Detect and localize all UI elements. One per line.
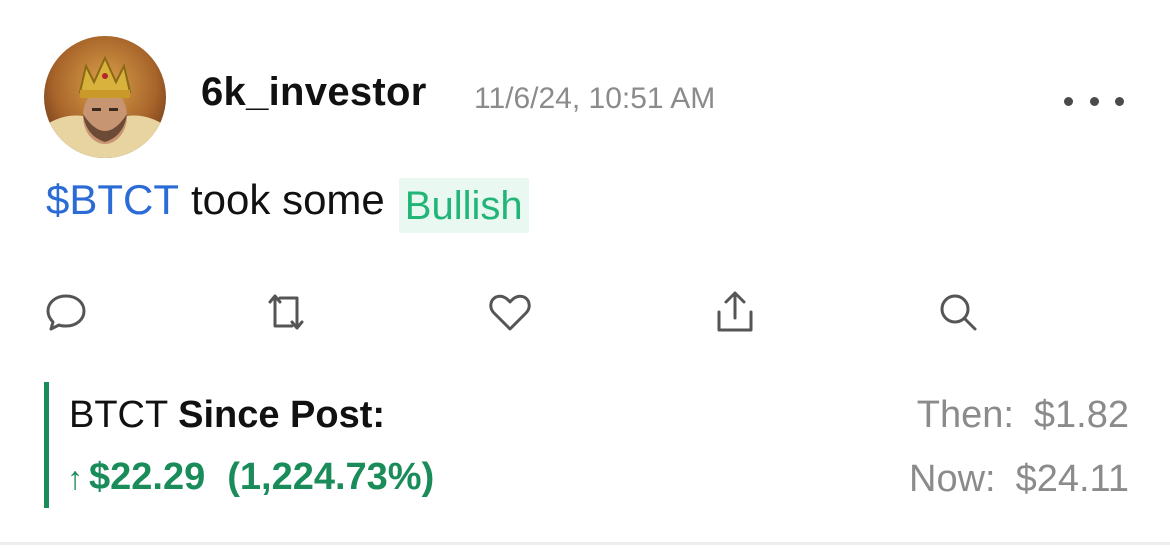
then-price: Then: $1.82 bbox=[917, 394, 1129, 437]
repost-icon bbox=[268, 294, 304, 330]
more-icon bbox=[1064, 96, 1073, 106]
since-post-performance: BTCT Since Post: ↑ $22.29 (1,224.73%) Then… bbox=[44, 382, 1139, 508]
now-label: Now: bbox=[909, 458, 996, 500]
avatar-image bbox=[44, 36, 166, 158]
then-label: Then: bbox=[916, 394, 1014, 436]
change-amount: $22.29 bbox=[89, 456, 206, 498]
now-value: $24.11 bbox=[1015, 458, 1129, 500]
cashtag-link[interactable]: $BTCT bbox=[46, 176, 179, 224]
avatar[interactable] bbox=[44, 36, 166, 158]
price-change: ↑ $22.29 (1,224.73%) bbox=[67, 456, 434, 499]
search-icon bbox=[940, 294, 977, 331]
search-button[interactable] bbox=[934, 288, 982, 336]
comment-button[interactable] bbox=[42, 288, 90, 336]
now-price: Now: $24.11 bbox=[909, 458, 1129, 501]
post-body: took some bbox=[191, 175, 385, 223]
up-arrow-icon: ↑ bbox=[67, 460, 83, 496]
like-icon bbox=[489, 294, 531, 331]
since-post-label: Since Post: bbox=[178, 394, 386, 436]
then-value: $1.82 bbox=[1033, 394, 1129, 436]
post-timestamp: 11/6/24, 10:51 AM bbox=[474, 82, 716, 115]
share-icon bbox=[717, 291, 753, 332]
more-icon-dot bbox=[1089, 96, 1099, 106]
share-button[interactable] bbox=[711, 288, 759, 336]
comment-icon bbox=[46, 294, 86, 331]
sentiment-badge: Bullish bbox=[398, 178, 529, 233]
username[interactable]: 6k_investor bbox=[201, 70, 427, 115]
post-text: $BTCT took some Bullish bbox=[46, 172, 529, 233]
performance-ticker: BTCT bbox=[69, 394, 168, 436]
more-icon-dot bbox=[1115, 96, 1124, 106]
repost-button[interactable] bbox=[262, 288, 310, 336]
like-button[interactable] bbox=[486, 288, 534, 336]
more-options-button[interactable] bbox=[1064, 86, 1124, 116]
divider bbox=[0, 542, 1170, 545]
performance-title: BTCT Since Post: bbox=[69, 394, 385, 437]
change-percent: (1,224.73%) bbox=[227, 456, 435, 498]
action-bar bbox=[0, 288, 1170, 338]
